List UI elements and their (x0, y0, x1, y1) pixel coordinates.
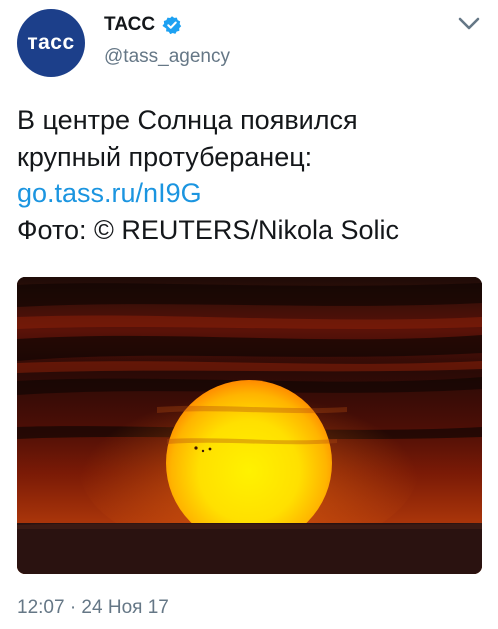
tweet-timestamp[interactable]: 12:07 · 24 Ноя 17 (17, 597, 169, 619)
sunset-photo (17, 277, 482, 574)
photo-credit: Фото: © REUTERS/Nikola Solic (17, 214, 399, 245)
chevron-down-icon[interactable] (458, 17, 480, 31)
tweet-link[interactable]: go.tass.ru/nI9G (17, 175, 487, 212)
verified-badge-icon (162, 16, 182, 35)
user-handle[interactable]: @tass_agency (104, 46, 230, 68)
avatar-logo-text: тасс (27, 31, 75, 54)
avatar[interactable]: тасс (17, 9, 85, 77)
tweet-text-line: В центре Солнца появился (17, 105, 358, 135)
tweet-header: тасс ТАСС @tass_agency (0, 0, 498, 90)
tweet-photo[interactable] (17, 277, 482, 574)
tweet-text: В центре Солнца появился крупный протубе… (17, 102, 487, 248)
author-name-row[interactable]: ТАСС (104, 14, 182, 36)
display-name[interactable]: ТАСС (104, 14, 155, 36)
tweet-text-line: крупный протуберанец: (17, 141, 313, 172)
